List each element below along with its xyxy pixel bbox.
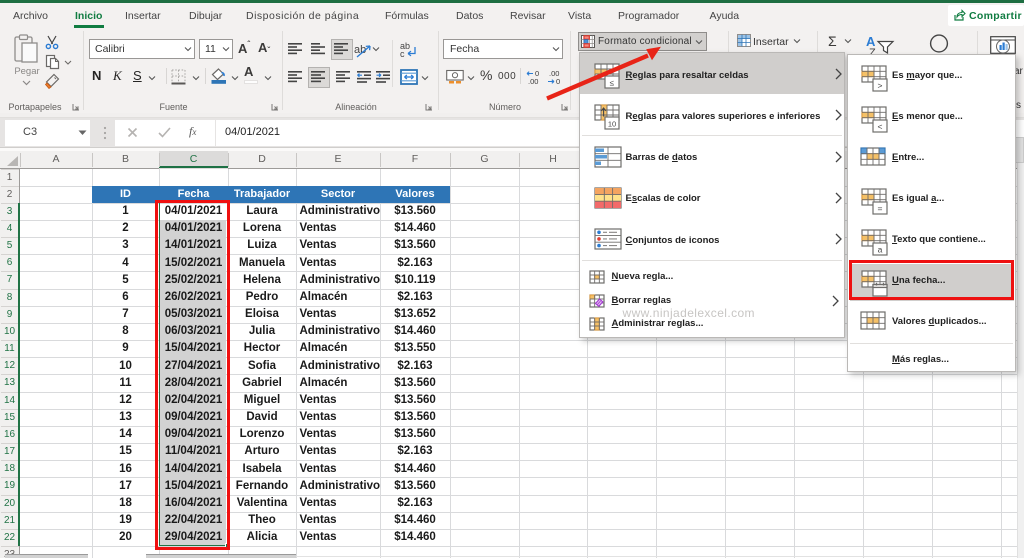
svg-text:10: 10 — [607, 120, 615, 129]
svg-text:a: a — [877, 244, 882, 254]
svg-text:=: = — [877, 203, 882, 213]
svg-text:>: > — [877, 80, 882, 90]
svg-text:c: c — [400, 49, 405, 57]
svg-text:<: < — [877, 121, 882, 131]
svg-text:.00: .00 — [528, 77, 538, 85]
